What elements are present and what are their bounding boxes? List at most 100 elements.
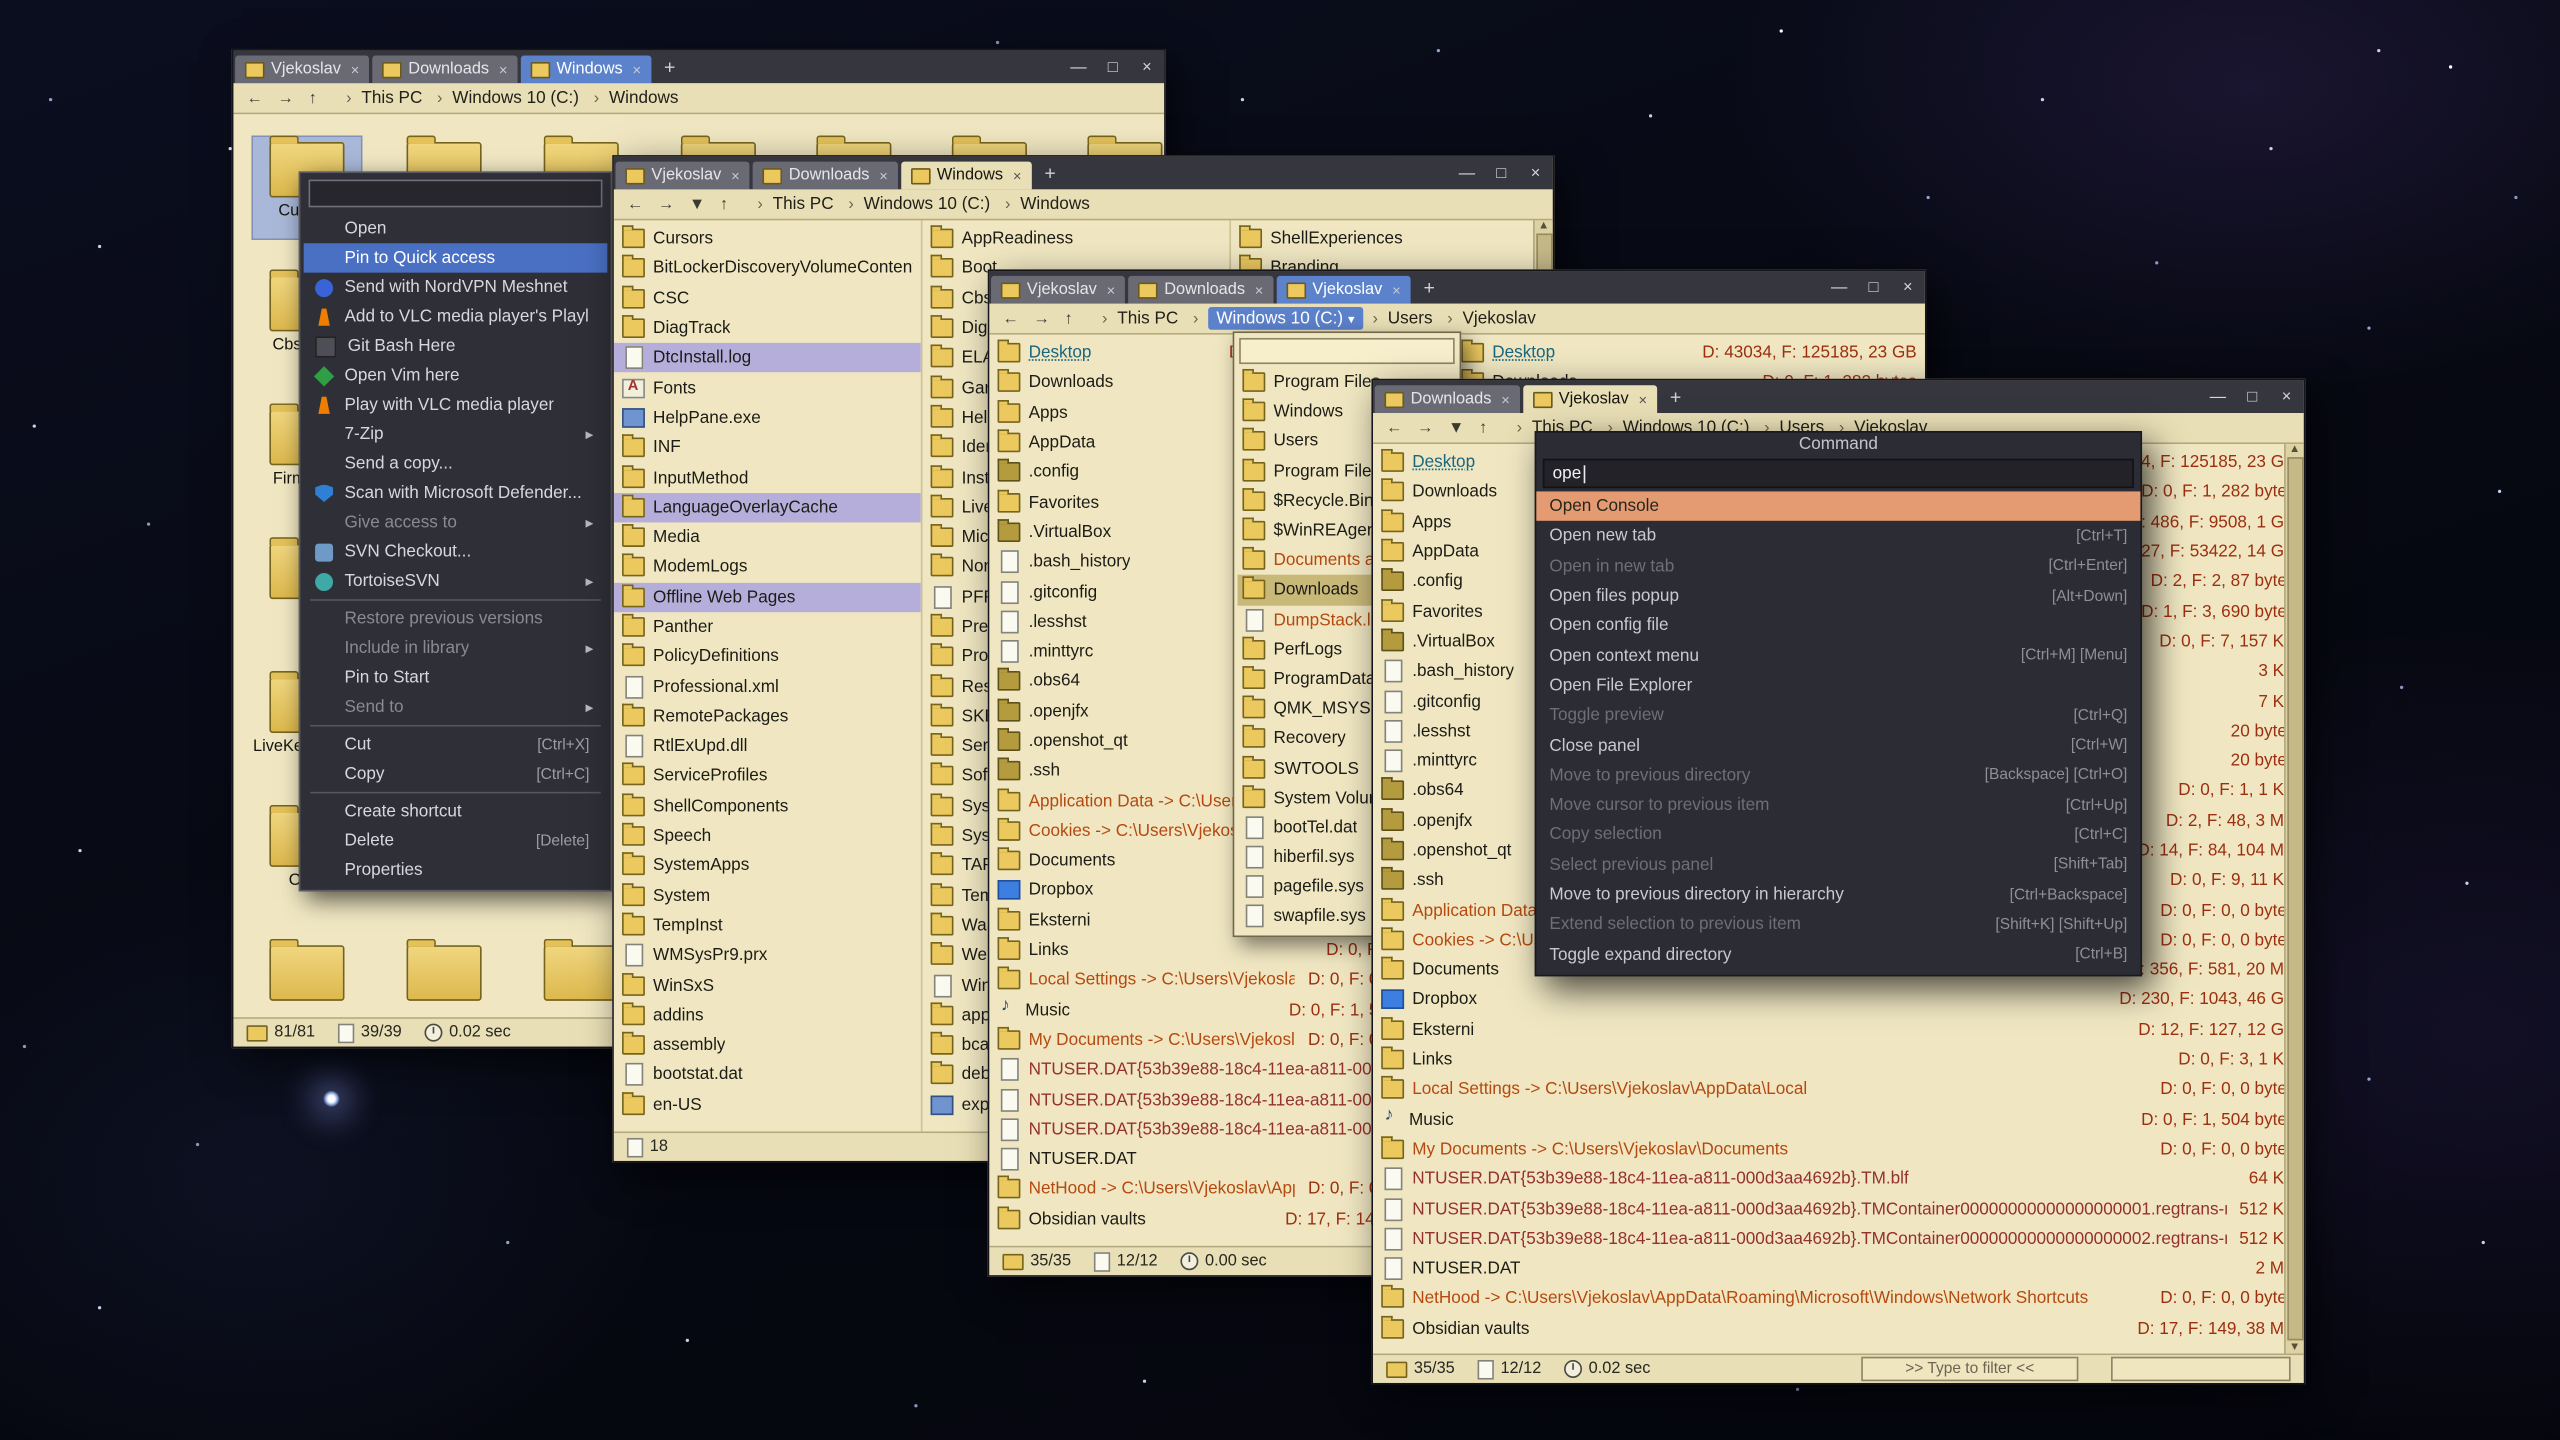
file-row[interactable]: Media — [614, 522, 921, 552]
file-row[interactable]: PolicyDefinitions — [614, 642, 921, 672]
palette-item[interactable]: Select previous panel [Shift+Tab] — [1536, 850, 2140, 880]
file-row[interactable]: assembly — [614, 1030, 921, 1060]
file-row[interactable]: NTUSER.DAT{53b39e88-18c4-11ea-a811-000d3… — [1373, 1164, 2304, 1194]
context-menu-item[interactable]: Give access to ► — [304, 508, 608, 537]
breadcrumb-segment[interactable]: › Windows — [584, 88, 684, 108]
nav-button[interactable]: → — [1411, 419, 1440, 437]
close-button[interactable]: × — [1130, 51, 1164, 84]
breadcrumb-segment[interactable]: › This PC — [336, 88, 427, 108]
breadcrumb-segment[interactable]: › Vjekoslav — [1437, 309, 1540, 329]
context-menu-item[interactable]: Open — [304, 214, 608, 243]
file-row[interactable]: LanguageOverlayCache — [614, 493, 921, 523]
file-grid-item[interactable] — [253, 940, 361, 1017]
maximize-button[interactable]: □ — [1096, 51, 1130, 84]
breadcrumb-segment[interactable]: › This PC — [1092, 309, 1183, 329]
nav-button[interactable]: ← — [620, 195, 649, 213]
context-menu-item[interactable]: Create shortcut — [304, 797, 608, 826]
tab[interactable]: Vjekoslav × — [235, 56, 369, 84]
context-menu-item[interactable]: Add to VLC media player's Playlist — [304, 302, 608, 331]
close-tab-icon[interactable]: × — [351, 61, 360, 77]
close-tab-icon[interactable]: × — [1107, 282, 1116, 298]
context-menu-item[interactable]: Send a copy... — [304, 449, 608, 478]
file-row[interactable]: RtlExUpd.dll — [614, 732, 921, 762]
nav-button[interactable]: ↑ — [1058, 309, 1079, 327]
breadcrumb-segment[interactable]: › Windows — [995, 194, 1095, 214]
tab[interactable]: Downloads × — [753, 162, 898, 190]
file-row[interactable]: Local Settings -> C:\Users\Vjekoslav\App… — [1373, 1075, 2304, 1105]
palette-item[interactable]: Close panel [Ctrl+W] — [1536, 730, 2140, 760]
context-menu-item[interactable]: Pin to Start — [304, 663, 608, 692]
file-row[interactable]: Eksterni D: 12, F: 127, 12 GB — [1373, 1015, 2304, 1045]
context-menu-item[interactable] — [304, 789, 608, 797]
palette-item[interactable]: Move cursor to previous item [Ctrl+Up] — [1536, 790, 2140, 820]
context-menu-item[interactable]: Play with VLC media player — [304, 390, 608, 419]
breadcrumb-segment[interactable]: › Users — [1363, 309, 1438, 329]
maximize-button[interactable]: □ — [2235, 380, 2269, 413]
context-menu-item[interactable]: Git Bash Here — [304, 331, 608, 360]
file-row[interactable]: NTUSER.DAT{53b39e88-18c4-11ea-a811-000d3… — [1373, 1194, 2304, 1224]
dropdown-filter-input[interactable] — [1239, 338, 1455, 364]
breadcrumb-segment[interactable]: › Windows 10 (C:) — [839, 194, 996, 214]
context-menu-item[interactable]: TortoiseSVN ► — [304, 567, 608, 596]
tab[interactable]: Vjekoslav × — [1523, 385, 1657, 413]
context-menu-item[interactable]: Scan with Microsoft Defender... — [304, 478, 608, 507]
file-row[interactable]: DtcInstall.log — [614, 343, 921, 373]
context-menu-item[interactable]: Delete [Delete] — [304, 826, 608, 855]
nav-button[interactable]: → — [651, 195, 680, 213]
maximize-button[interactable]: □ — [1484, 157, 1518, 190]
file-row[interactable]: BitLockerDiscoveryVolumeContents — [614, 254, 921, 284]
file-row[interactable]: Panther — [614, 612, 921, 642]
nav-button[interactable]: ▼ — [682, 195, 711, 213]
close-tab-icon[interactable]: × — [1638, 391, 1647, 407]
nav-button[interactable]: ↑ — [1472, 419, 1493, 437]
close-tab-icon[interactable]: × — [879, 167, 888, 183]
nav-button[interactable]: ▼ — [1442, 419, 1471, 437]
context-menu-item[interactable] — [304, 596, 608, 604]
file-row[interactable]: NetHood -> C:\Users\Vjekoslav\AppData\Ro… — [1373, 1284, 2304, 1314]
context-menu-item[interactable]: Open Vim here — [304, 361, 608, 390]
file-row[interactable]: System — [614, 881, 921, 911]
context-menu-item[interactable]: Include in library ► — [304, 633, 608, 662]
maximize-button[interactable]: □ — [1856, 271, 1890, 304]
tab[interactable]: Downloads × — [1128, 276, 1273, 304]
close-button[interactable]: × — [1891, 271, 1925, 304]
context-menu-item[interactable]: 7-Zip ► — [304, 420, 608, 449]
tab[interactable]: Windows × — [901, 162, 1031, 190]
context-menu-item[interactable] — [309, 180, 603, 208]
file-row[interactable]: Dropbox D: 230, F: 1043, 46 GB — [1373, 985, 2304, 1015]
file-row[interactable]: RemotePackages — [614, 702, 921, 732]
nav-button[interactable]: ↑ — [713, 195, 734, 213]
context-menu-item[interactable]: Cut [Ctrl+X] — [304, 730, 608, 759]
file-row[interactable]: addins — [614, 1000, 921, 1030]
file-row[interactable]: Links D: 0, F: 3, 1 KB — [1373, 1045, 2304, 1075]
file-row[interactable]: ShellComponents — [614, 791, 921, 821]
scroll-up-icon[interactable]: ▲ — [2289, 444, 2300, 455]
tab[interactable]: Vjekoslav × — [991, 276, 1125, 304]
palette-item[interactable]: Copy selection [Ctrl+C] — [1536, 820, 2140, 850]
file-row[interactable]: WMSysPr9.prx — [614, 941, 921, 971]
scrollbar[interactable]: ▲ ▼ — [2284, 444, 2304, 1353]
filter-box[interactable]: >> Type to filter << — [1861, 1357, 2078, 1381]
close-tab-icon[interactable]: × — [731, 167, 740, 183]
tab[interactable]: Vjekoslav × — [1276, 276, 1410, 304]
palette-item[interactable]: Open Console — [1536, 491, 2140, 521]
close-tab-icon[interactable]: × — [1392, 282, 1401, 298]
minimize-button[interactable]: — — [2201, 380, 2235, 413]
context-menu-item[interactable]: Restore previous versions — [304, 604, 608, 633]
file-row[interactable]: InputMethod — [614, 463, 921, 493]
file-row[interactable]: Music D: 0, F: 1, 504 bytes — [1373, 1105, 2304, 1135]
new-tab-button[interactable]: + — [653, 56, 687, 79]
file-row[interactable]: SystemApps — [614, 851, 921, 881]
file-row[interactable]: Fonts — [614, 373, 921, 403]
close-button[interactable]: × — [1518, 157, 1552, 190]
file-row[interactable]: HelpPane.exe — [614, 403, 921, 433]
close-tab-icon[interactable]: × — [499, 61, 508, 77]
new-tab-button[interactable]: + — [1033, 162, 1067, 185]
file-row[interactable]: WinSxS — [614, 970, 921, 1000]
nav-button[interactable]: → — [271, 89, 300, 107]
context-menu-item[interactable]: Properties — [304, 856, 608, 885]
file-row[interactable]: NTUSER.DAT 2 MB — [1373, 1254, 2304, 1284]
palette-item[interactable]: Open files popup [Alt+Down] — [1536, 581, 2140, 611]
nav-button[interactable]: ↑ — [302, 89, 323, 107]
close-tab-icon[interactable]: × — [632, 61, 641, 77]
